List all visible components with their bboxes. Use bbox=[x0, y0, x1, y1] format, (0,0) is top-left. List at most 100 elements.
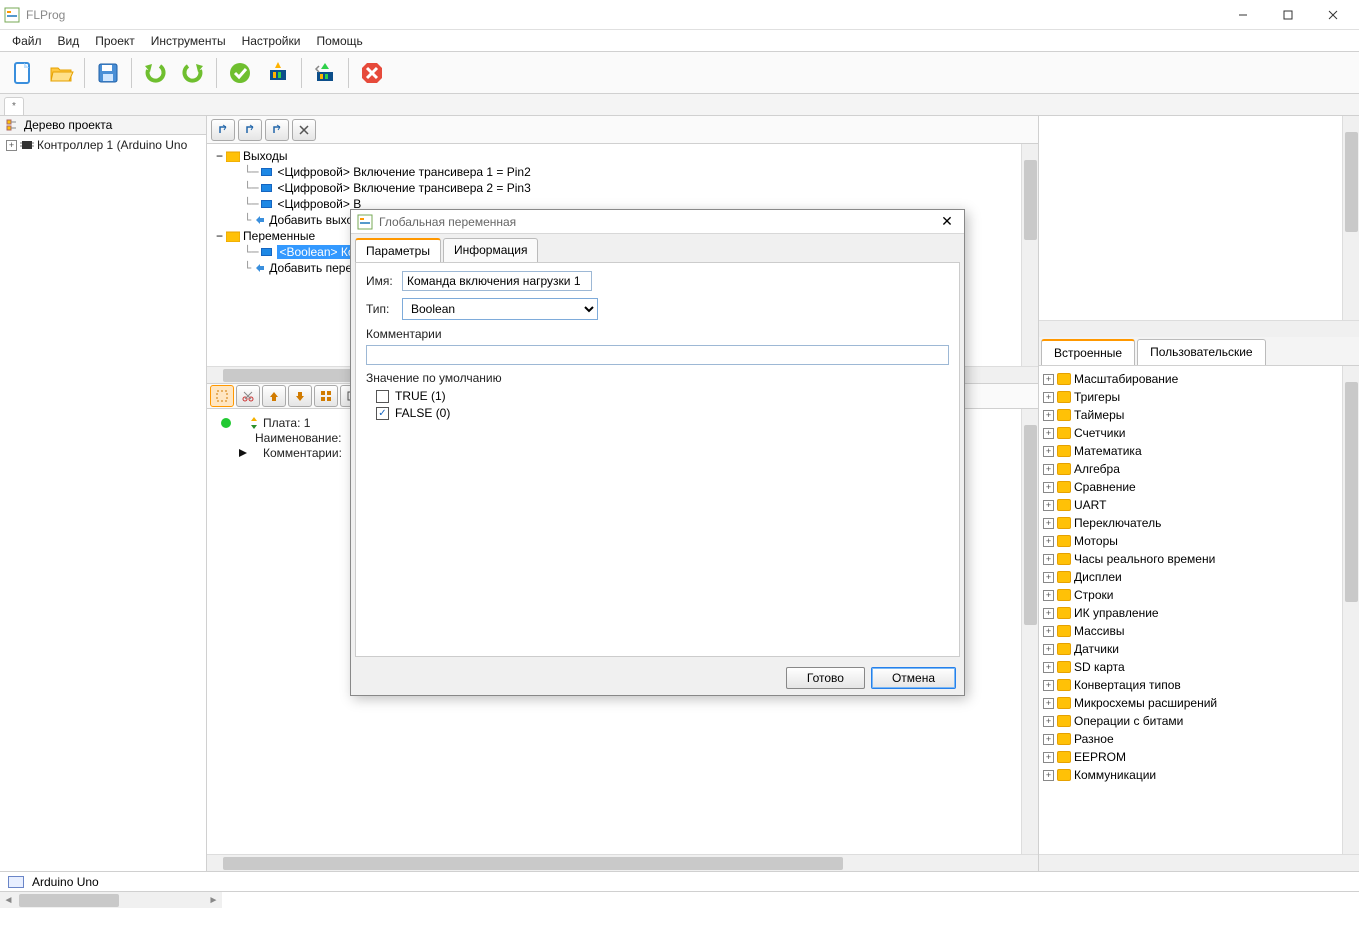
tree-label[interactable]: <Цифровой> Включение трансивера 2 = Pin3 bbox=[277, 181, 530, 195]
tool-grid[interactable] bbox=[314, 385, 338, 407]
minimize-button[interactable] bbox=[1220, 0, 1265, 30]
horizontal-scrollbar[interactable] bbox=[1039, 320, 1359, 337]
tree-label[interactable]: <Цифровой> В bbox=[277, 197, 361, 211]
expand-icon[interactable]: + bbox=[1043, 608, 1054, 619]
nav-button-2[interactable] bbox=[238, 119, 262, 141]
maximize-button[interactable] bbox=[1265, 0, 1310, 30]
library-tree-item[interactable]: +UART bbox=[1043, 496, 1338, 514]
tool-up[interactable] bbox=[262, 385, 286, 407]
expand-icon[interactable]: + bbox=[1043, 554, 1054, 565]
expand-icon[interactable]: + bbox=[1043, 410, 1054, 421]
expand-icon[interactable]: + bbox=[1043, 626, 1054, 637]
expand-icon[interactable]: + bbox=[1043, 374, 1054, 385]
dialog-titlebar[interactable]: Глобальная переменная ✕ bbox=[351, 210, 964, 234]
true-checkbox-row[interactable]: TRUE (1) bbox=[376, 389, 949, 403]
expand-icon[interactable]: + bbox=[1043, 644, 1054, 655]
collapse-icon[interactable]: − bbox=[216, 149, 223, 163]
menu-file[interactable]: Файл bbox=[4, 31, 50, 51]
expand-icon[interactable]: + bbox=[1043, 392, 1054, 403]
library-tree-item[interactable]: +Микросхемы расширений bbox=[1043, 694, 1338, 712]
library-tree-item[interactable]: +Тригеры bbox=[1043, 388, 1338, 406]
menu-help[interactable]: Помощь bbox=[308, 31, 370, 51]
library-tree-item[interactable]: +Массивы bbox=[1043, 622, 1338, 640]
comments-input[interactable] bbox=[366, 345, 949, 365]
ok-button[interactable]: Готово bbox=[786, 667, 865, 689]
save-button[interactable] bbox=[91, 56, 125, 90]
library-tree-item[interactable]: +Сравнение bbox=[1043, 478, 1338, 496]
tool-select[interactable] bbox=[210, 385, 234, 407]
expand-icon[interactable]: + bbox=[1043, 500, 1054, 511]
library-tree-item[interactable]: +Датчики bbox=[1043, 640, 1338, 658]
expand-icon[interactable]: + bbox=[1043, 464, 1054, 475]
library-tree-item[interactable]: +Переключатель bbox=[1043, 514, 1338, 532]
new-file-button[interactable] bbox=[6, 56, 40, 90]
library-tree-item[interactable]: +EEPROM bbox=[1043, 748, 1338, 766]
tree-item-controller[interactable]: + Контроллер 1 (Arduino Uno bbox=[4, 137, 202, 153]
stop-button[interactable] bbox=[355, 56, 389, 90]
nav-button-1[interactable] bbox=[211, 119, 235, 141]
expand-icon[interactable]: + bbox=[1043, 752, 1054, 763]
name-input[interactable] bbox=[402, 271, 592, 291]
expand-icon[interactable]: + bbox=[1043, 518, 1054, 529]
tool-down[interactable] bbox=[288, 385, 312, 407]
library-tree[interactable]: +Масштабирование+Тригеры+Таймеры+Счетчик… bbox=[1039, 366, 1342, 854]
library-tree-item[interactable]: +Часы реального времени bbox=[1043, 550, 1338, 568]
collapse-icon[interactable]: − bbox=[216, 229, 223, 243]
expand-icon[interactable]: + bbox=[1043, 680, 1054, 691]
library-tree-item[interactable]: +Разное bbox=[1043, 730, 1338, 748]
horizontal-scrollbar[interactable] bbox=[1039, 854, 1359, 871]
expand-icon[interactable]: + bbox=[1043, 716, 1054, 727]
expand-icon[interactable]: + bbox=[1043, 428, 1054, 439]
false-checkbox-row[interactable]: ✓ FALSE (0) bbox=[376, 406, 949, 420]
tree-label[interactable]: <Цифровой> Включение трансивера 1 = Pin2 bbox=[277, 165, 530, 179]
redo-button[interactable] bbox=[176, 56, 210, 90]
tab-builtin[interactable]: Встроенные bbox=[1041, 339, 1135, 365]
tool-cut[interactable] bbox=[236, 385, 260, 407]
library-tree-item[interactable]: +SD карта bbox=[1043, 658, 1338, 676]
expand-icon[interactable]: + bbox=[1043, 446, 1054, 457]
delete-button[interactable] bbox=[292, 119, 316, 141]
library-tree-item[interactable]: +ИК управление bbox=[1043, 604, 1338, 622]
verify-button[interactable] bbox=[223, 56, 257, 90]
library-tree-item[interactable]: +Математика bbox=[1043, 442, 1338, 460]
tab-user[interactable]: Пользовательские bbox=[1137, 339, 1266, 365]
nav-button-3[interactable] bbox=[265, 119, 289, 141]
document-tab[interactable]: * bbox=[4, 97, 24, 115]
tree-label[interactable]: Добавить выход bbox=[269, 213, 360, 227]
expand-icon[interactable]: + bbox=[1043, 590, 1054, 601]
library-tree-item[interactable]: +Конвертация типов bbox=[1043, 676, 1338, 694]
library-tree-item[interactable]: +Дисплеи bbox=[1043, 568, 1338, 586]
undo-button[interactable] bbox=[138, 56, 172, 90]
vertical-scrollbar[interactable] bbox=[1342, 366, 1359, 854]
upload-button[interactable] bbox=[308, 56, 342, 90]
vertical-scrollbar[interactable] bbox=[1021, 409, 1038, 854]
tree-label[interactable]: Добавить пере bbox=[269, 261, 352, 275]
expand-icon[interactable]: + bbox=[1043, 482, 1054, 493]
type-select[interactable]: Boolean bbox=[402, 298, 598, 320]
expand-icon[interactable]: + bbox=[1043, 662, 1054, 673]
expand-icon[interactable]: + bbox=[1043, 698, 1054, 709]
library-tree-item[interactable]: +Масштабирование bbox=[1043, 370, 1338, 388]
menu-settings[interactable]: Настройки bbox=[234, 31, 309, 51]
menu-view[interactable]: Вид bbox=[50, 31, 88, 51]
library-tree-item[interactable]: +Операции с битами bbox=[1043, 712, 1338, 730]
expand-icon[interactable]: + bbox=[1043, 734, 1054, 745]
horizontal-scrollbar[interactable] bbox=[207, 854, 1038, 871]
checkbox-checked-icon[interactable]: ✓ bbox=[376, 407, 389, 420]
compile-button[interactable] bbox=[261, 56, 295, 90]
tab-information[interactable]: Информация bbox=[443, 238, 538, 262]
dialog-close-button[interactable]: ✕ bbox=[936, 211, 958, 233]
close-button[interactable] bbox=[1310, 0, 1355, 30]
library-tree-item[interactable]: +Таймеры bbox=[1043, 406, 1338, 424]
cancel-button[interactable]: Отмена bbox=[871, 667, 956, 689]
library-tree-item[interactable]: +Моторы bbox=[1043, 532, 1338, 550]
expand-icon[interactable]: + bbox=[1043, 572, 1054, 583]
expand-icon[interactable]: + bbox=[6, 140, 17, 151]
expand-icon[interactable]: + bbox=[1043, 770, 1054, 781]
expand-icon[interactable]: + bbox=[1043, 536, 1054, 547]
library-tree-item[interactable]: +Счетчики bbox=[1043, 424, 1338, 442]
library-tree-item[interactable]: +Строки bbox=[1043, 586, 1338, 604]
vertical-scrollbar[interactable] bbox=[1021, 144, 1038, 366]
vertical-scrollbar[interactable] bbox=[1342, 116, 1359, 320]
footer-scrollbar[interactable]: ◄ ► bbox=[0, 891, 1359, 908]
